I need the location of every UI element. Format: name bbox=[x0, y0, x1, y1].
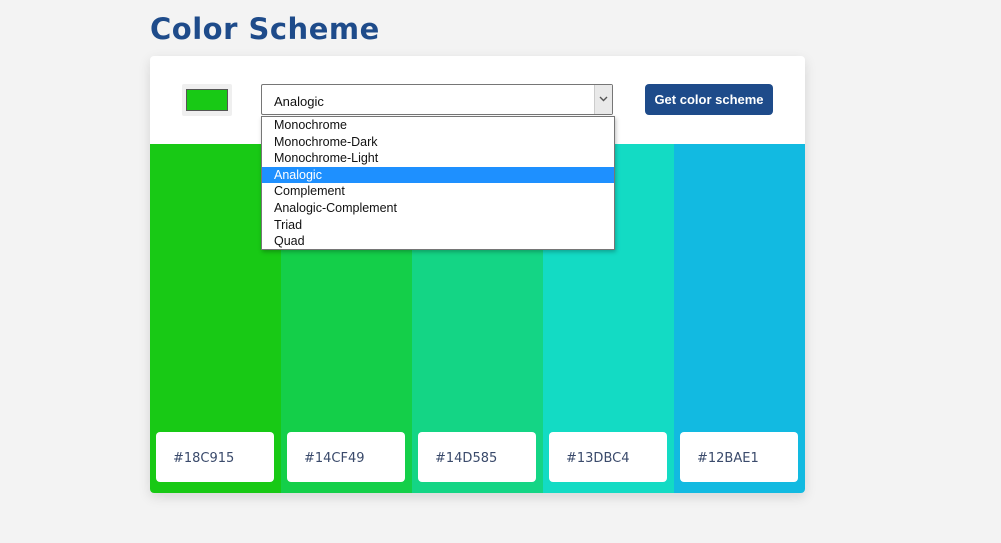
color-picker[interactable] bbox=[182, 84, 232, 116]
dropdown-option[interactable]: Monochrome-Dark bbox=[262, 134, 614, 151]
dropdown-option[interactable]: Quad bbox=[262, 233, 614, 250]
dropdown-option[interactable]: Monochrome-Light bbox=[262, 150, 614, 167]
page: Color Scheme Analogic Get color scheme #… bbox=[0, 0, 1001, 543]
dropdown-option[interactable]: Triad bbox=[262, 217, 614, 234]
color-swatch: #12BAE1 bbox=[674, 144, 805, 493]
dropdown-option[interactable]: Complement bbox=[262, 183, 614, 200]
mode-select-value: Analogic bbox=[274, 94, 324, 109]
hex-label: #12BAE1 bbox=[680, 432, 798, 482]
dropdown-option[interactable]: Analogic-Complement bbox=[262, 200, 614, 217]
mode-dropdown-list: Monochrome Monochrome-Dark Monochrome-Li… bbox=[261, 116, 615, 250]
chevron-down-icon[interactable] bbox=[594, 85, 612, 114]
hex-label: #14CF49 bbox=[287, 432, 405, 482]
hex-label: #13DBC4 bbox=[549, 432, 667, 482]
hex-label: #18C915 bbox=[156, 432, 274, 482]
color-picker-swatch bbox=[186, 89, 228, 111]
page-title: Color Scheme bbox=[150, 12, 380, 46]
dropdown-option[interactable]: Monochrome bbox=[262, 117, 614, 134]
dropdown-option[interactable]: Analogic bbox=[262, 166, 614, 184]
hex-label: #14D585 bbox=[418, 432, 536, 482]
get-color-scheme-button[interactable]: Get color scheme bbox=[645, 84, 773, 115]
mode-select[interactable]: Analogic bbox=[261, 84, 613, 115]
